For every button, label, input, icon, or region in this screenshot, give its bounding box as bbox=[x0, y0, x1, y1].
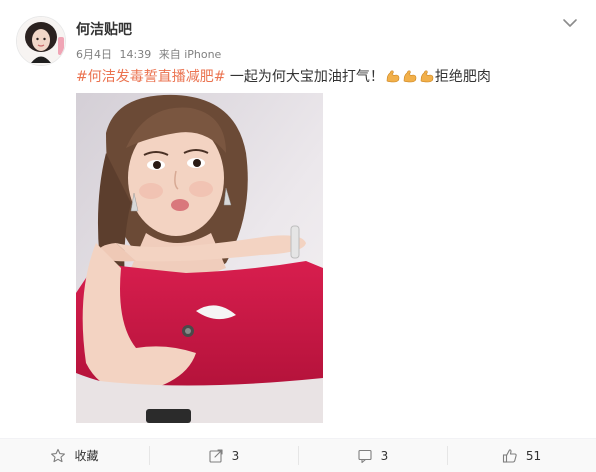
star-icon bbox=[51, 448, 66, 462]
username[interactable]: 何洁贴吧 bbox=[76, 19, 132, 39]
comment-count: 3 bbox=[380, 448, 389, 463]
post-text: #何洁发毒誓直播减肥# 一起为何大宝加油打气！ 拒绝肥肉 bbox=[76, 68, 491, 89]
comment-button[interactable]: 3 bbox=[298, 439, 447, 472]
chevron-down-icon[interactable] bbox=[561, 14, 579, 32]
favorite-label: 收藏 bbox=[74, 449, 99, 463]
share-icon bbox=[209, 448, 223, 463]
flexed-biceps-icon bbox=[419, 68, 435, 89]
repost-count: 3 bbox=[231, 448, 240, 463]
like-count: 51 bbox=[525, 448, 542, 463]
post-body-text: 一起为何大宝加油打气！ bbox=[225, 69, 384, 85]
like-button[interactable]: 51 bbox=[447, 439, 596, 472]
post-source: 来自 iPhone bbox=[158, 48, 222, 61]
post-action-bar: 收藏 3 3 51 bbox=[0, 438, 596, 472]
comment-icon bbox=[358, 449, 372, 463]
post-meta: 6月4日 14:39 来自 iPhone bbox=[76, 46, 225, 62]
hashtag-link[interactable]: #何洁发毒誓直播减肥# bbox=[76, 69, 225, 85]
post-tail-text: 拒绝肥肉 bbox=[434, 69, 491, 85]
favorite-button[interactable]: 收藏 bbox=[0, 439, 149, 472]
post-date[interactable]: 6月4日 bbox=[76, 48, 112, 61]
avatar[interactable] bbox=[16, 16, 66, 66]
weibo-post-card: 何洁贴吧 6月4日 14:39 来自 iPhone #何洁发毒誓直播减肥# 一起… bbox=[0, 0, 596, 472]
repost-button[interactable]: 3 bbox=[149, 439, 298, 472]
flexed-biceps-icon bbox=[402, 68, 418, 89]
post-time[interactable]: 14:39 bbox=[120, 48, 152, 61]
post-photo[interactable] bbox=[76, 93, 323, 423]
avatar-image bbox=[17, 17, 65, 65]
thumbs-up-icon bbox=[502, 448, 517, 463]
flexed-biceps-icon bbox=[385, 68, 401, 89]
